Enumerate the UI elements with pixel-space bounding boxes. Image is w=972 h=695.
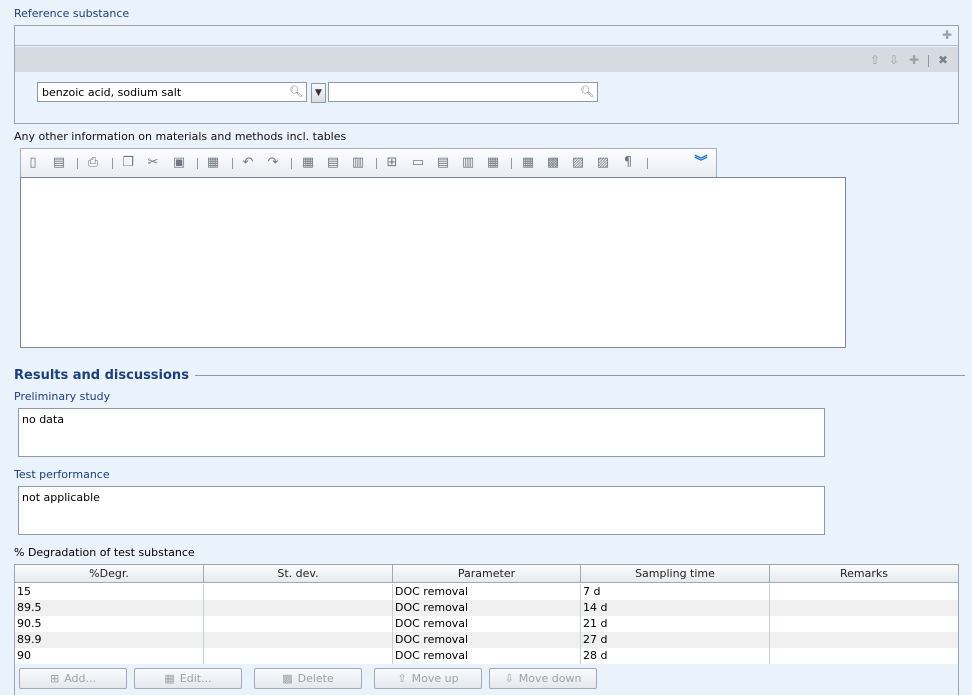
table-row[interactable]: 89.9 DOC removal 27 d	[15, 632, 958, 648]
table-header: %Degr. St. dev. Parameter Sampling time …	[15, 565, 958, 583]
results-heading: Results and discussions	[14, 368, 189, 383]
reference-substance-value: benzoic acid, sodium salt	[42, 86, 182, 99]
table-row[interactable]: 90 DOC removal 28 d	[15, 648, 958, 664]
edit-row-icon: ▦	[164, 672, 175, 685]
column-header-st-dev[interactable]: St. dev.	[204, 565, 393, 582]
reference-substance-entry-toolbar: ⇧ ⇩ ✚ ✖	[15, 47, 958, 72]
add-button[interactable]: ⊞ Add...	[19, 668, 127, 689]
preliminary-study-textbox[interactable]: no data	[18, 408, 825, 457]
copy-icon[interactable]: ❐	[120, 155, 136, 171]
preliminary-study-label: Preliminary study	[14, 390, 111, 403]
insert-table-icon[interactable]: ▦	[205, 155, 221, 171]
merge-cells-icon[interactable]: ▭	[410, 155, 426, 171]
print-icon[interactable]: ⎙	[85, 155, 101, 171]
materials-methods-label: Any other information on materials and m…	[14, 130, 347, 143]
degradation-label: % Degradation of test substance	[14, 546, 195, 559]
heading-divider	[195, 375, 965, 376]
image-icon[interactable]: ▨	[570, 155, 586, 171]
delete-row-icon[interactable]: ▤	[435, 155, 451, 171]
column-header-sampling-time[interactable]: Sampling time	[581, 565, 770, 582]
add-entry-icon[interactable]: ✚	[907, 54, 921, 66]
grid-icon[interactable]: ▦	[520, 155, 536, 171]
reference-substance-secondary-field[interactable]: 🔍︎	[328, 82, 598, 102]
insert-row-icon[interactable]: ▤	[325, 155, 341, 171]
degradation-table: %Degr. St. dev. Parameter Sampling time …	[14, 564, 959, 695]
arrow-down-icon[interactable]: ⇩	[887, 54, 901, 66]
expand-double-chevron-icon[interactable]: ︾	[693, 155, 709, 171]
delete-column-icon[interactable]: ▥	[460, 155, 476, 171]
reference-substance-entry: benzoic acid, sodium salt 🔍︎ ▼ 🔍︎	[19, 72, 954, 120]
column-header-degr[interactable]: %Degr.	[15, 565, 204, 582]
arrow-up-icon[interactable]: ⇧	[868, 54, 882, 66]
materials-methods-editor[interactable]	[20, 177, 846, 348]
column-header-remarks[interactable]: Remarks	[770, 565, 958, 582]
move-down-button[interactable]: ⇩ Move down	[489, 668, 597, 689]
delete-row-icon: ▩	[282, 672, 293, 685]
column-header-parameter[interactable]: Parameter	[393, 565, 581, 582]
table-row[interactable]: 15 DOC removal 7 d	[15, 584, 958, 600]
search-icon[interactable]: 🔍︎	[289, 85, 303, 98]
arrow-up-icon: ⇧	[397, 672, 407, 685]
redo-icon[interactable]: ↷	[265, 155, 281, 171]
test-performance-textbox[interactable]: not applicable	[18, 486, 825, 535]
cut-icon[interactable]: ✂	[145, 155, 161, 171]
table-properties-icon[interactable]: ▦	[300, 155, 316, 171]
edit-button[interactable]: ▦ Edit...	[134, 668, 242, 689]
reference-substance-field[interactable]: benzoic acid, sodium salt 🔍︎	[37, 82, 307, 102]
add-block-icon[interactable]: ✚	[940, 29, 954, 41]
dropdown-button[interactable]: ▼	[311, 83, 326, 103]
move-up-button[interactable]: ⇧ Move up	[374, 668, 482, 689]
new-document-icon[interactable]: ▯	[25, 155, 41, 171]
image-edit-icon[interactable]: ▨	[595, 155, 611, 171]
add-row-icon: ⊞	[49, 672, 60, 685]
cell-border-icon[interactable]: ▩	[545, 155, 561, 171]
arrow-down-icon: ⇩	[504, 672, 514, 685]
delete-entry-icon[interactable]: ✖	[936, 54, 950, 66]
preliminary-study-value: no data	[22, 413, 64, 426]
table-button-bar: ⊞ Add... ▦ Edit... ▩ Delete ⇧ Move up ⇩ Move …	[15, 664, 958, 695]
delete-button[interactable]: ▩ Delete	[254, 668, 362, 689]
reference-substance-label: Reference substance	[14, 7, 130, 20]
test-performance-value: not applicable	[22, 491, 100, 504]
test-performance-label: Test performance	[14, 468, 110, 481]
split-cell-icon[interactable]: ⊞	[384, 155, 400, 171]
open-document-icon[interactable]: ▤	[51, 155, 67, 171]
rich-text-toolbar: ▯ ▤ ⎙ ❐ ✂ ▣ ▦ ↶ ↷ ▦ ▤ ▥ ⊞ ▭ ▤ ▥ ▦ ▦ ▩ ▨ …	[20, 148, 717, 177]
paste-icon[interactable]: ▣	[171, 155, 187, 171]
table-row[interactable]: 90.5 DOC removal 21 d	[15, 616, 958, 632]
chevron-down-icon: ▼	[315, 88, 322, 98]
table-row[interactable]: 89.5 DOC removal 14 d	[15, 600, 958, 616]
reference-substance-toolbar: ✚	[15, 26, 958, 46]
paragraph-icon[interactable]: ¶	[620, 155, 636, 171]
insert-column-icon[interactable]: ▥	[350, 155, 366, 171]
table-format-icon[interactable]: ▦	[485, 155, 501, 171]
reference-substance-panel: ✚ ⇧ ⇩ ✚ ✖ benzoic acid, sodium salt 🔍︎ ▼…	[14, 25, 959, 124]
search-icon[interactable]: 🔍︎	[580, 85, 594, 98]
undo-icon[interactable]: ↶	[240, 155, 256, 171]
